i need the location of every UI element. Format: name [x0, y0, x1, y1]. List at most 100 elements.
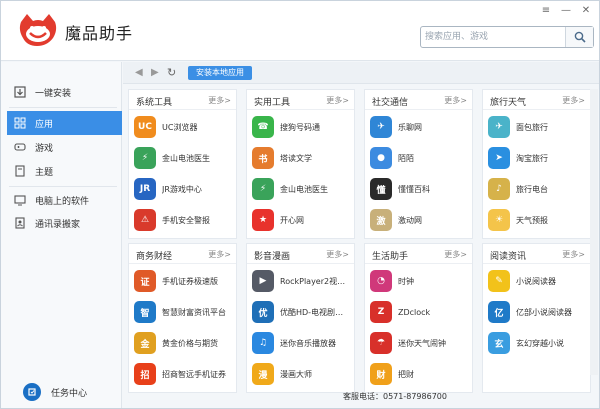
app-icon: Z [370, 301, 392, 323]
app-item[interactable]: 优优酷HD-电视剧电影... [252, 300, 352, 324]
app-item[interactable]: 金黄金价格与期货 [134, 331, 234, 355]
window-controls: ≡ — ✕ [537, 3, 595, 17]
app-item[interactable]: ★ 开心网 [252, 208, 352, 232]
sidebar-item-contacts-migrate[interactable]: 通讯录搬家 [7, 211, 122, 235]
app-item[interactable]: ⚠ 手机安全警报 [134, 208, 234, 232]
app-icon: 激 [370, 209, 392, 231]
sidebar-item-label: 通讯录搬家 [35, 219, 81, 230]
scrollbar[interactable] [590, 89, 598, 375]
app-item[interactable]: ⚡ 金山电池医生 [134, 146, 234, 170]
app-item[interactable]: 证手机证券极速版 [134, 269, 234, 293]
category-title: 阅读资讯 [490, 252, 527, 262]
divider [483, 109, 590, 110]
app-item[interactable]: ⚡ 金山电池医生 [252, 177, 352, 201]
app-name: 漫画大师 [280, 369, 312, 379]
sidebar-item-one-click-install[interactable]: 一键安装 [7, 80, 122, 104]
category-title: 商务财经 [136, 252, 173, 262]
divider [129, 109, 236, 110]
app-item[interactable]: ☀ 天气预报 [488, 208, 588, 232]
app-item[interactable]: Z ZDclock [370, 300, 470, 324]
app-icon: 优 [252, 301, 274, 323]
more-link[interactable]: 更多> [208, 95, 231, 106]
menu-button[interactable]: ≡ [537, 3, 555, 17]
app-item[interactable]: ✎ 小说阅读器 [488, 269, 588, 293]
divider [365, 109, 472, 110]
app-item[interactable]: 智智慧财富资讯平台 [134, 300, 234, 324]
sidebar-item-pc-software[interactable]: 电脑上的软件 [7, 188, 122, 212]
app-item[interactable]: ● 陌陌 [370, 146, 470, 170]
toolbar: ◀ ▶ ↻ 安装本地应用 [123, 62, 599, 84]
app-item[interactable]: ♫ 迷你音乐播放器 [252, 331, 352, 355]
app-icon: UC [134, 116, 156, 138]
back-arrow-icon[interactable]: ◀ [135, 67, 143, 78]
app-item[interactable]: ▶ RockPlayer2视频播... [252, 269, 352, 293]
sidebar: 一键安装 应用 游戏 主题 电脑上的软件 通讯录搬家 [1, 62, 122, 408]
category-panel: 系统工具 更多> UC UC浏览器 ⚡ 金山电池医生 JR JR游戏中心 ⚠ 手机安全警报 [128, 89, 237, 239]
header: 魔品助手 ≡ — ✕ [1, 1, 599, 61]
app-item[interactable]: 激激动网 [370, 208, 470, 232]
category-title: 影音漫画 [254, 252, 291, 262]
app-icon: 懂 [370, 178, 392, 200]
app-item[interactable]: ☎ 搜狗号码通 [252, 115, 352, 139]
close-button[interactable]: ✕ [577, 3, 595, 17]
apps-grid-icon [13, 116, 27, 130]
more-link[interactable]: 更多> [444, 95, 467, 106]
app-item[interactable]: JR JR游戏中心 [134, 177, 234, 201]
divider [483, 263, 590, 264]
search-button[interactable] [565, 27, 593, 47]
app-item[interactable]: ➤ 淘宝旅行 [488, 146, 588, 170]
category-title: 生活助手 [372, 252, 409, 262]
sidebar-item-apps[interactable]: 应用 [7, 111, 122, 135]
app-icon: ⚡ [252, 178, 274, 200]
app-icon: 亿 [488, 301, 510, 323]
app-item[interactable]: 亿亿部小说阅读器 [488, 300, 588, 324]
app-name: 淘宝旅行 [516, 153, 548, 163]
more-link[interactable]: 更多> [208, 249, 231, 260]
app-icon: ⚡ [134, 147, 156, 169]
app-icon: 智 [134, 301, 156, 323]
category-panel: 实用工具 更多> ☎ 搜狗号码通书塔读文学 ⚡ 金山电池医生 ★ 开心网 [246, 89, 355, 239]
app-item[interactable]: 书塔读文学 [252, 146, 352, 170]
more-link[interactable]: 更多> [562, 249, 585, 260]
divider [129, 263, 236, 264]
app-name: 手机安全警报 [162, 215, 210, 225]
app-item[interactable]: ✈ 乐聊网 [370, 115, 470, 139]
app-icon: ☀ [488, 209, 510, 231]
search-input[interactable] [425, 30, 565, 44]
minimize-button[interactable]: — [557, 3, 575, 17]
task-center-icon [23, 383, 41, 401]
forward-arrow-icon[interactable]: ▶ [151, 67, 159, 78]
sidebar-item-games[interactable]: 游戏 [7, 135, 122, 159]
monitor-icon [13, 193, 27, 207]
category-title: 系统工具 [136, 98, 173, 108]
app-item[interactable]: ☂ 迷你天气闹钟 [370, 331, 470, 355]
sidebar-item-label: 游戏 [35, 143, 54, 154]
search-box [420, 26, 594, 48]
app-item[interactable]: ◔ 时钟 [370, 269, 470, 293]
app-item[interactable]: UC UC浏览器 [134, 115, 234, 139]
app-icon: 金 [134, 332, 156, 354]
app-name: 亿部小说阅读器 [516, 307, 572, 317]
app-name: 小说阅读器 [516, 276, 556, 286]
category-title: 社交通信 [372, 98, 409, 108]
app-name: 玄幻穿越小说 [516, 338, 564, 348]
app-icon: ✈ [370, 116, 392, 138]
more-link[interactable]: 更多> [326, 95, 349, 106]
install-local-app-button[interactable]: 安装本地应用 [188, 66, 252, 80]
sidebar-item-themes[interactable]: 主题 [7, 159, 122, 183]
task-center-button[interactable]: 任务中心 [23, 383, 87, 401]
category-panel: 阅读资讯 更多> ✎ 小说阅读器亿亿部小说阅读器玄玄幻穿越小说 [482, 243, 591, 393]
app-item[interactable]: 懂懂懂百科 [370, 177, 470, 201]
install-icon [13, 85, 27, 99]
app-item[interactable]: ♪ 旅行电台 [488, 177, 588, 201]
app-icon: ● [370, 147, 392, 169]
more-link[interactable]: 更多> [326, 249, 349, 260]
divider [9, 186, 117, 187]
more-link[interactable]: 更多> [444, 249, 467, 260]
app-window: 魔品助手 ≡ — ✕ 一键安装 应用 游戏 [0, 0, 600, 409]
more-link[interactable]: 更多> [562, 95, 585, 106]
app-item[interactable]: ✈ 面包旅行 [488, 115, 588, 139]
app-item[interactable]: 玄玄幻穿越小说 [488, 331, 588, 355]
app-title: 魔品助手 [65, 24, 134, 43]
refresh-icon[interactable]: ↻ [167, 66, 176, 79]
